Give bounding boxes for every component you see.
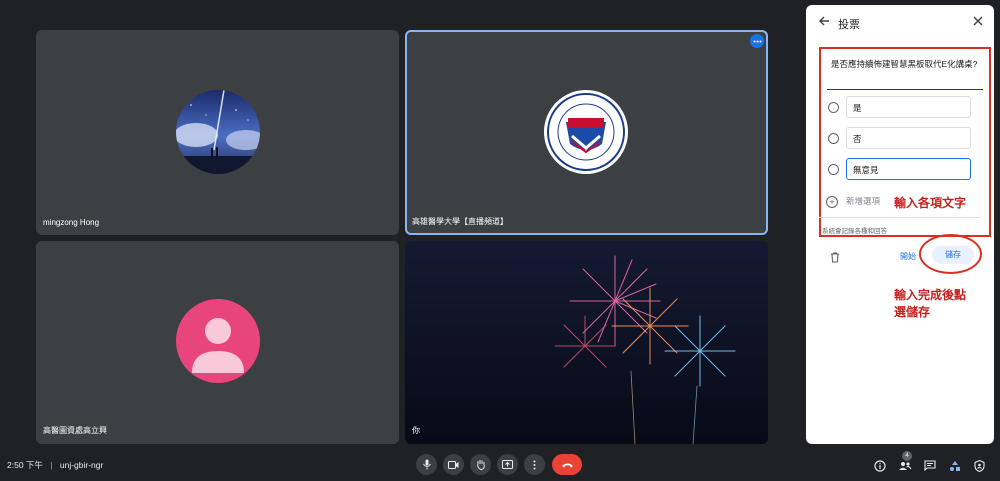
activities-button[interactable] [947,458,962,473]
present-screen-button[interactable] [497,454,518,475]
people-icon [898,461,911,470]
poll-note: 系統會記錄各種和回答 [822,228,887,235]
radio-icon [828,133,839,144]
activities-icon [949,460,960,471]
participant-name: mingzong Hong [43,218,100,227]
add-option-label: 新增選項 [846,196,881,206]
people-button[interactable] [897,458,912,473]
question-underline [827,89,983,90]
poll-question-input[interactable]: 是否應持續佈建智慧黑板取代E化講桌? [831,58,981,71]
poll-panel-header: 投票 [818,15,984,31]
more-actions-button[interactable] [524,454,545,475]
more-dots-icon [753,40,761,42]
poll-option-1: 是 [827,96,985,120]
option-input[interactable]: 否 [846,127,971,149]
microphone-icon [422,459,431,470]
annotation-line-2: 選儲存 [894,305,931,319]
host-controls-button[interactable] [972,458,987,473]
annotation-fill-text: 輸入各項文字 [894,196,967,210]
close-icon[interactable] [972,15,984,30]
chat-icon [923,460,936,471]
poll-option-2: 否 [827,127,985,151]
microphone-button[interactable] [416,454,437,475]
participant-tile-mingzong[interactable]: mingzong Hong [36,30,399,235]
participant-name: 高醫圖資處高立興 [43,426,107,435]
participant-name: 你 [412,426,420,435]
radio-icon [828,102,839,113]
meeting-code: unj-gbir-ngr [59,460,104,470]
participant-tile-self[interactable]: 你 [405,241,768,444]
chat-button[interactable] [922,458,937,473]
meeting-details-button[interactable] [872,458,887,473]
more-options-button[interactable] [750,34,764,48]
participant-name: 高雄醫學大學【直播頻道】 [412,217,508,226]
option-input[interactable]: 無意見 [846,158,971,180]
meeting-info: 2:50 下午 | unj-gbir-ngr [7,459,103,471]
back-arrow-icon[interactable] [818,15,830,30]
participant-avatar-image [176,90,260,174]
trash-icon[interactable] [830,250,840,268]
clock-time: 2:50 下午 [7,460,43,470]
vertical-dots-icon [533,460,536,469]
start-poll-button[interactable]: 開始 [900,251,916,262]
separator: | [50,460,53,470]
leave-call-button[interactable] [552,454,582,475]
poll-option-3: 無意見 [827,158,985,182]
university-logo [544,90,628,174]
hand-icon [476,460,485,470]
option-input[interactable]: 是 [846,96,971,118]
divider [819,217,981,218]
meeting-control-bar: 2:50 下午 | unj-gbir-ngr 4 [0,450,1000,481]
save-highlight-circle [919,234,982,274]
participant-tile-library[interactable]: 高醫圖資處高立興 [36,241,399,444]
panel-title: 投票 [838,19,860,31]
participant-tile-kmu-channel[interactable]: 高雄醫學大學【直播頻道】 [405,30,768,235]
info-icon [873,459,886,472]
camera-icon [448,460,459,469]
annotation-line-1: 輸入完成後點 [894,288,967,302]
annotation-save-instruction: 輸入完成後點 選儲存 [894,287,966,321]
add-option-button[interactable]: + 新增選項 [826,195,880,208]
poll-panel: 投票 是否應持續佈建智慧黑板取代E化講桌? 是 否 無意見 + 新增選項 系統會記… [806,5,994,444]
hang-up-icon [561,463,573,467]
raise-hand-button[interactable] [470,454,491,475]
default-avatar-icon [176,299,260,383]
present-icon [502,460,513,469]
add-circle-icon: + [826,195,838,208]
radio-icon [828,164,839,175]
shield-icon [974,459,985,472]
camera-button[interactable] [443,454,464,475]
fireworks-background-image [405,241,768,444]
